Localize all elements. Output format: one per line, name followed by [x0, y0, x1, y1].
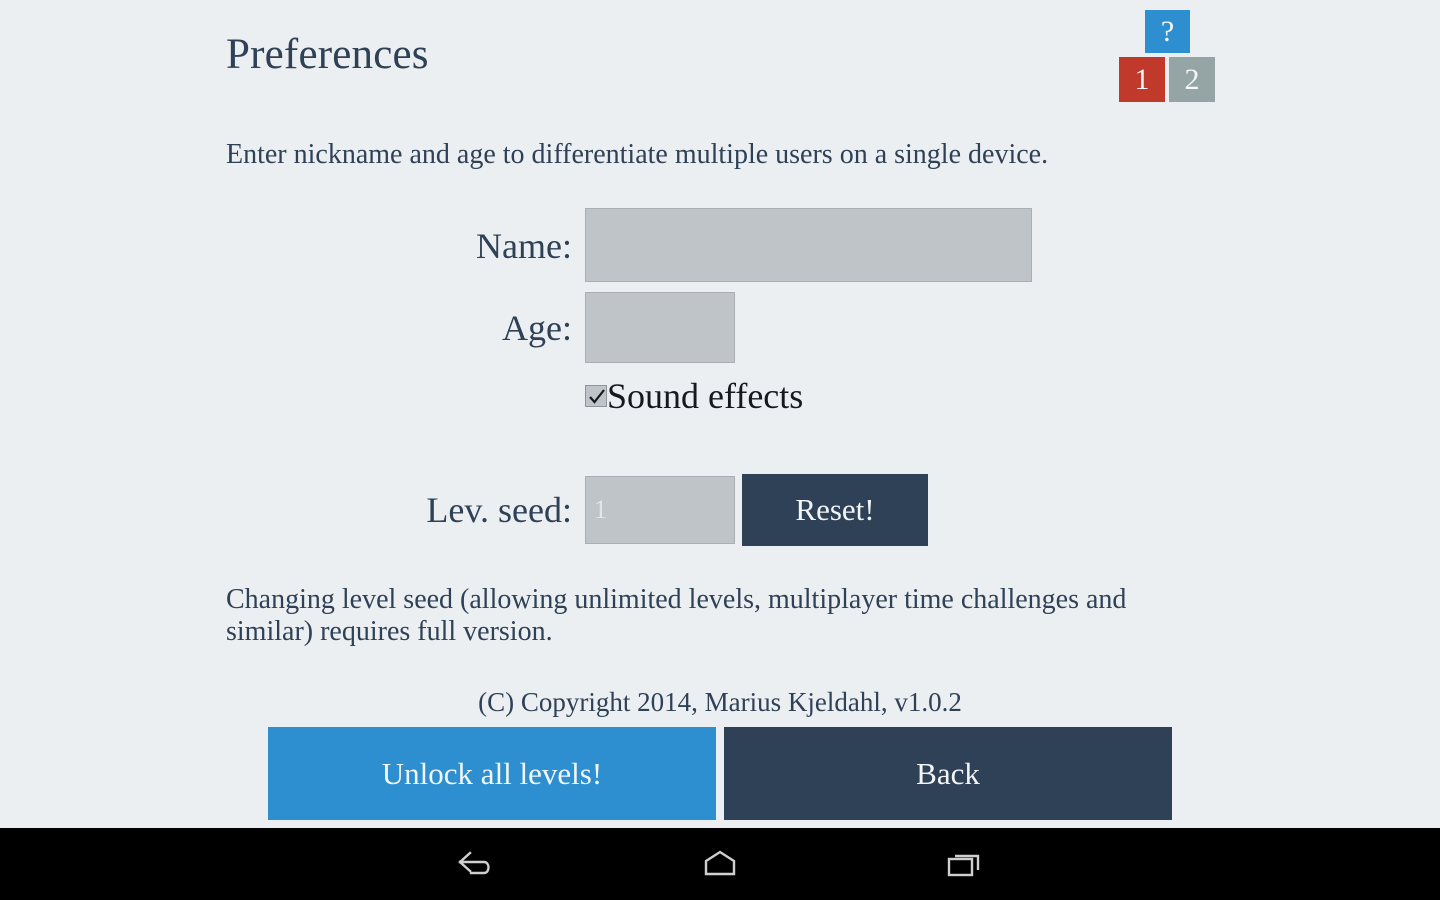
home-icon: [704, 850, 736, 876]
checkmark-icon: [589, 389, 605, 404]
nav-recents-button[interactable]: [904, 828, 1024, 900]
level-tile-1[interactable]: 1: [1119, 57, 1165, 102]
copyright-text: (C) Copyright 2014, Marius Kjeldahl, v1.…: [478, 687, 962, 717]
sound-effects-label: Sound effects: [607, 376, 804, 416]
help-tile[interactable]: ?: [1145, 10, 1190, 53]
level-seed-label: Lev. seed:: [426, 490, 572, 530]
level-seed-input[interactable]: [585, 476, 735, 544]
nav-back-button[interactable]: [416, 828, 536, 900]
level-tile-1-label: 1: [1134, 62, 1150, 96]
age-label: Age:: [502, 308, 572, 348]
name-label: Name:: [476, 226, 572, 266]
back-icon: [458, 851, 490, 875]
age-input[interactable]: [585, 292, 735, 363]
reset-button[interactable]: Reset!: [742, 474, 928, 546]
page-title: Preferences: [226, 31, 429, 78]
recents-icon: [947, 854, 980, 877]
reset-button-label: Reset!: [795, 492, 875, 527]
level-tile-2-label: 2: [1184, 62, 1200, 96]
unlock-all-levels-label: Unlock all levels!: [381, 755, 603, 791]
preferences-screen: ? 1 2 Preferences Enter nickname and age…: [0, 0, 1440, 900]
name-input[interactable]: [585, 208, 1032, 282]
help-tile-label: ?: [1160, 14, 1175, 48]
back-button-label: Back: [916, 755, 980, 791]
unlock-all-levels-button[interactable]: Unlock all levels!: [268, 727, 716, 820]
seed-note-text: Changing level seed (allowing unlimited …: [226, 584, 1127, 647]
level-tile-2[interactable]: 2: [1169, 57, 1215, 102]
android-navigation-bar: [0, 828, 1440, 900]
intro-text: Enter nickname and age to differentiate …: [226, 139, 1049, 170]
back-button[interactable]: Back: [724, 727, 1172, 820]
sound-effects-row[interactable]: Sound effects: [585, 375, 803, 417]
nav-home-button[interactable]: [660, 828, 780, 900]
sound-effects-checkbox[interactable]: [585, 385, 607, 407]
